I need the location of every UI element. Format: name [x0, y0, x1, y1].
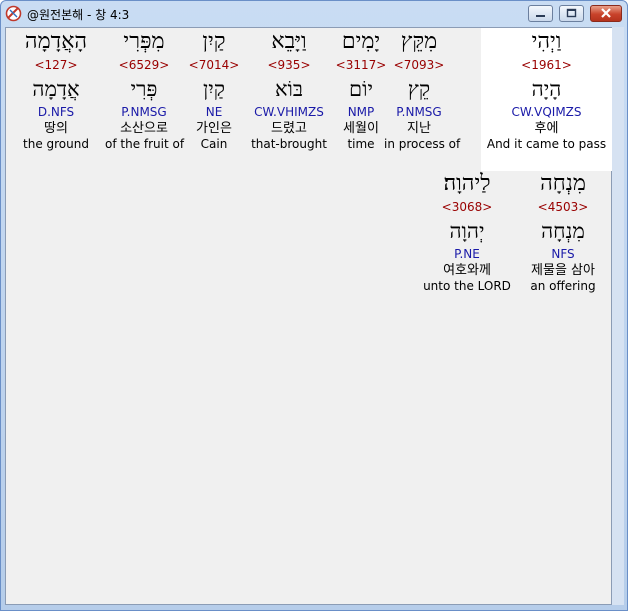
app-logo-icon — [5, 5, 22, 22]
strong-number: <7014> — [188, 58, 240, 72]
strong-number: <4503> — [537, 200, 589, 214]
maximize-icon — [566, 8, 577, 18]
lemma-word: מִנְחָה — [541, 219, 585, 243]
morph-code: CW.VQIMZS — [511, 105, 582, 119]
hebrew-word: וַיְהִי — [531, 29, 562, 54]
lemma-word: הָיָה — [531, 77, 562, 101]
word-cell[interactable]: יָמִים <3117> יוֹם NMP 세월이 time — [326, 28, 396, 152]
morph-code: NFS — [551, 247, 575, 261]
english-gloss: the ground — [23, 137, 89, 151]
hebrew-word: יָמִים — [341, 29, 381, 54]
korean-gloss: 세월이 — [343, 121, 379, 136]
word-cell[interactable]: לַיהוָה׃ <3068> יְהוָה P.NE 여호와께 unto th… — [420, 170, 514, 294]
word-cell[interactable]: מִפְּרִי <6529> פְּרִי P.NMSG 소산으로 of th… — [105, 28, 185, 152]
korean-gloss: 제물을 삼아 — [531, 263, 595, 278]
right-frame-edge — [612, 27, 624, 605]
close-icon — [601, 8, 611, 18]
morph-code: NMP — [347, 105, 375, 119]
app-window: @원전본해 - 창 4:3 וַיְהִי <1961> הָיָה CW.VQ… — [0, 0, 628, 611]
word-cell[interactable]: וַיָּבֵא <935> בּוֹא CW.VHIMZS 드렸고 that-… — [251, 28, 327, 152]
hebrew-word: לַיהוָה׃ — [443, 171, 491, 196]
korean-gloss: 땅의 — [44, 121, 68, 136]
word-cell[interactable]: מִנְחָה <4503> מִנְחָה NFS 제물을 삼아 an off… — [520, 170, 606, 294]
minimize-button[interactable] — [528, 5, 553, 22]
title-bar[interactable]: @원전본해 - 창 4:3 — [1, 1, 627, 27]
hebrew-word: קַיִן — [202, 29, 226, 54]
lemma-word: אֲדָמָה — [32, 77, 80, 101]
korean-gloss: 드렸고 — [271, 121, 307, 136]
morph-code: P.NMSG — [121, 105, 167, 119]
word-cell[interactable]: קַיִן <7014> קַיִן NE 가인은 Cain — [179, 28, 249, 152]
strong-number: <935> — [267, 58, 311, 72]
strong-number: <6529> — [118, 58, 170, 72]
lemma-word: בּוֹא — [274, 77, 304, 101]
strong-number: <3068> — [441, 200, 493, 214]
english-gloss: time — [347, 137, 375, 151]
strong-number: <1961> — [521, 58, 572, 72]
korean-gloss: 소산으로 — [120, 121, 168, 136]
strong-number: <3117> — [335, 58, 387, 72]
lemma-word: יְהוָה — [449, 219, 485, 243]
minimize-icon — [536, 15, 545, 17]
word-cell[interactable]: הָאֲדָמָה <127> אֲדָמָה D.NFS 땅의 the gro… — [21, 28, 91, 152]
morph-code: P.NE — [454, 247, 480, 261]
english-gloss: unto the LORD — [423, 279, 511, 293]
english-gloss: Cain — [200, 137, 228, 151]
hebrew-word: הָאֲדָמָה — [24, 29, 88, 54]
korean-gloss: 여호와께 — [443, 263, 491, 278]
english-gloss: that-brought — [251, 137, 327, 151]
window-title: @원전본해 - 창 4:3 — [27, 8, 130, 22]
word-cell[interactable]: וַיְהִי <1961> הָיָה CW.VQIMZS 후에 And it… — [481, 28, 612, 171]
morph-code: NE — [205, 105, 223, 119]
english-gloss: an offering — [530, 279, 596, 293]
maximize-button[interactable] — [559, 5, 584, 22]
hebrew-word: מִפְּרִי — [123, 29, 165, 54]
interlinear-panel: וַיְהִי <1961> הָיָה CW.VQIMZS 후에 And it… — [5, 27, 612, 605]
lemma-word: קַיִן — [202, 77, 226, 101]
english-gloss: And it came to pass — [486, 137, 607, 151]
morph-code: CW.VHIMZS — [254, 105, 324, 119]
close-button[interactable] — [590, 5, 622, 22]
korean-gloss: 후에 — [534, 121, 559, 136]
hebrew-word: וַיָּבֵא — [271, 29, 307, 54]
lemma-word: פְּרִי — [130, 77, 158, 101]
hebrew-word: מִנְחָה — [540, 171, 586, 196]
strong-number: <127> — [34, 58, 78, 72]
english-gloss: of the fruit of — [105, 137, 185, 151]
morph-code: D.NFS — [37, 105, 75, 119]
lemma-word: יוֹם — [349, 77, 373, 101]
korean-gloss: 가인은 — [196, 121, 232, 136]
